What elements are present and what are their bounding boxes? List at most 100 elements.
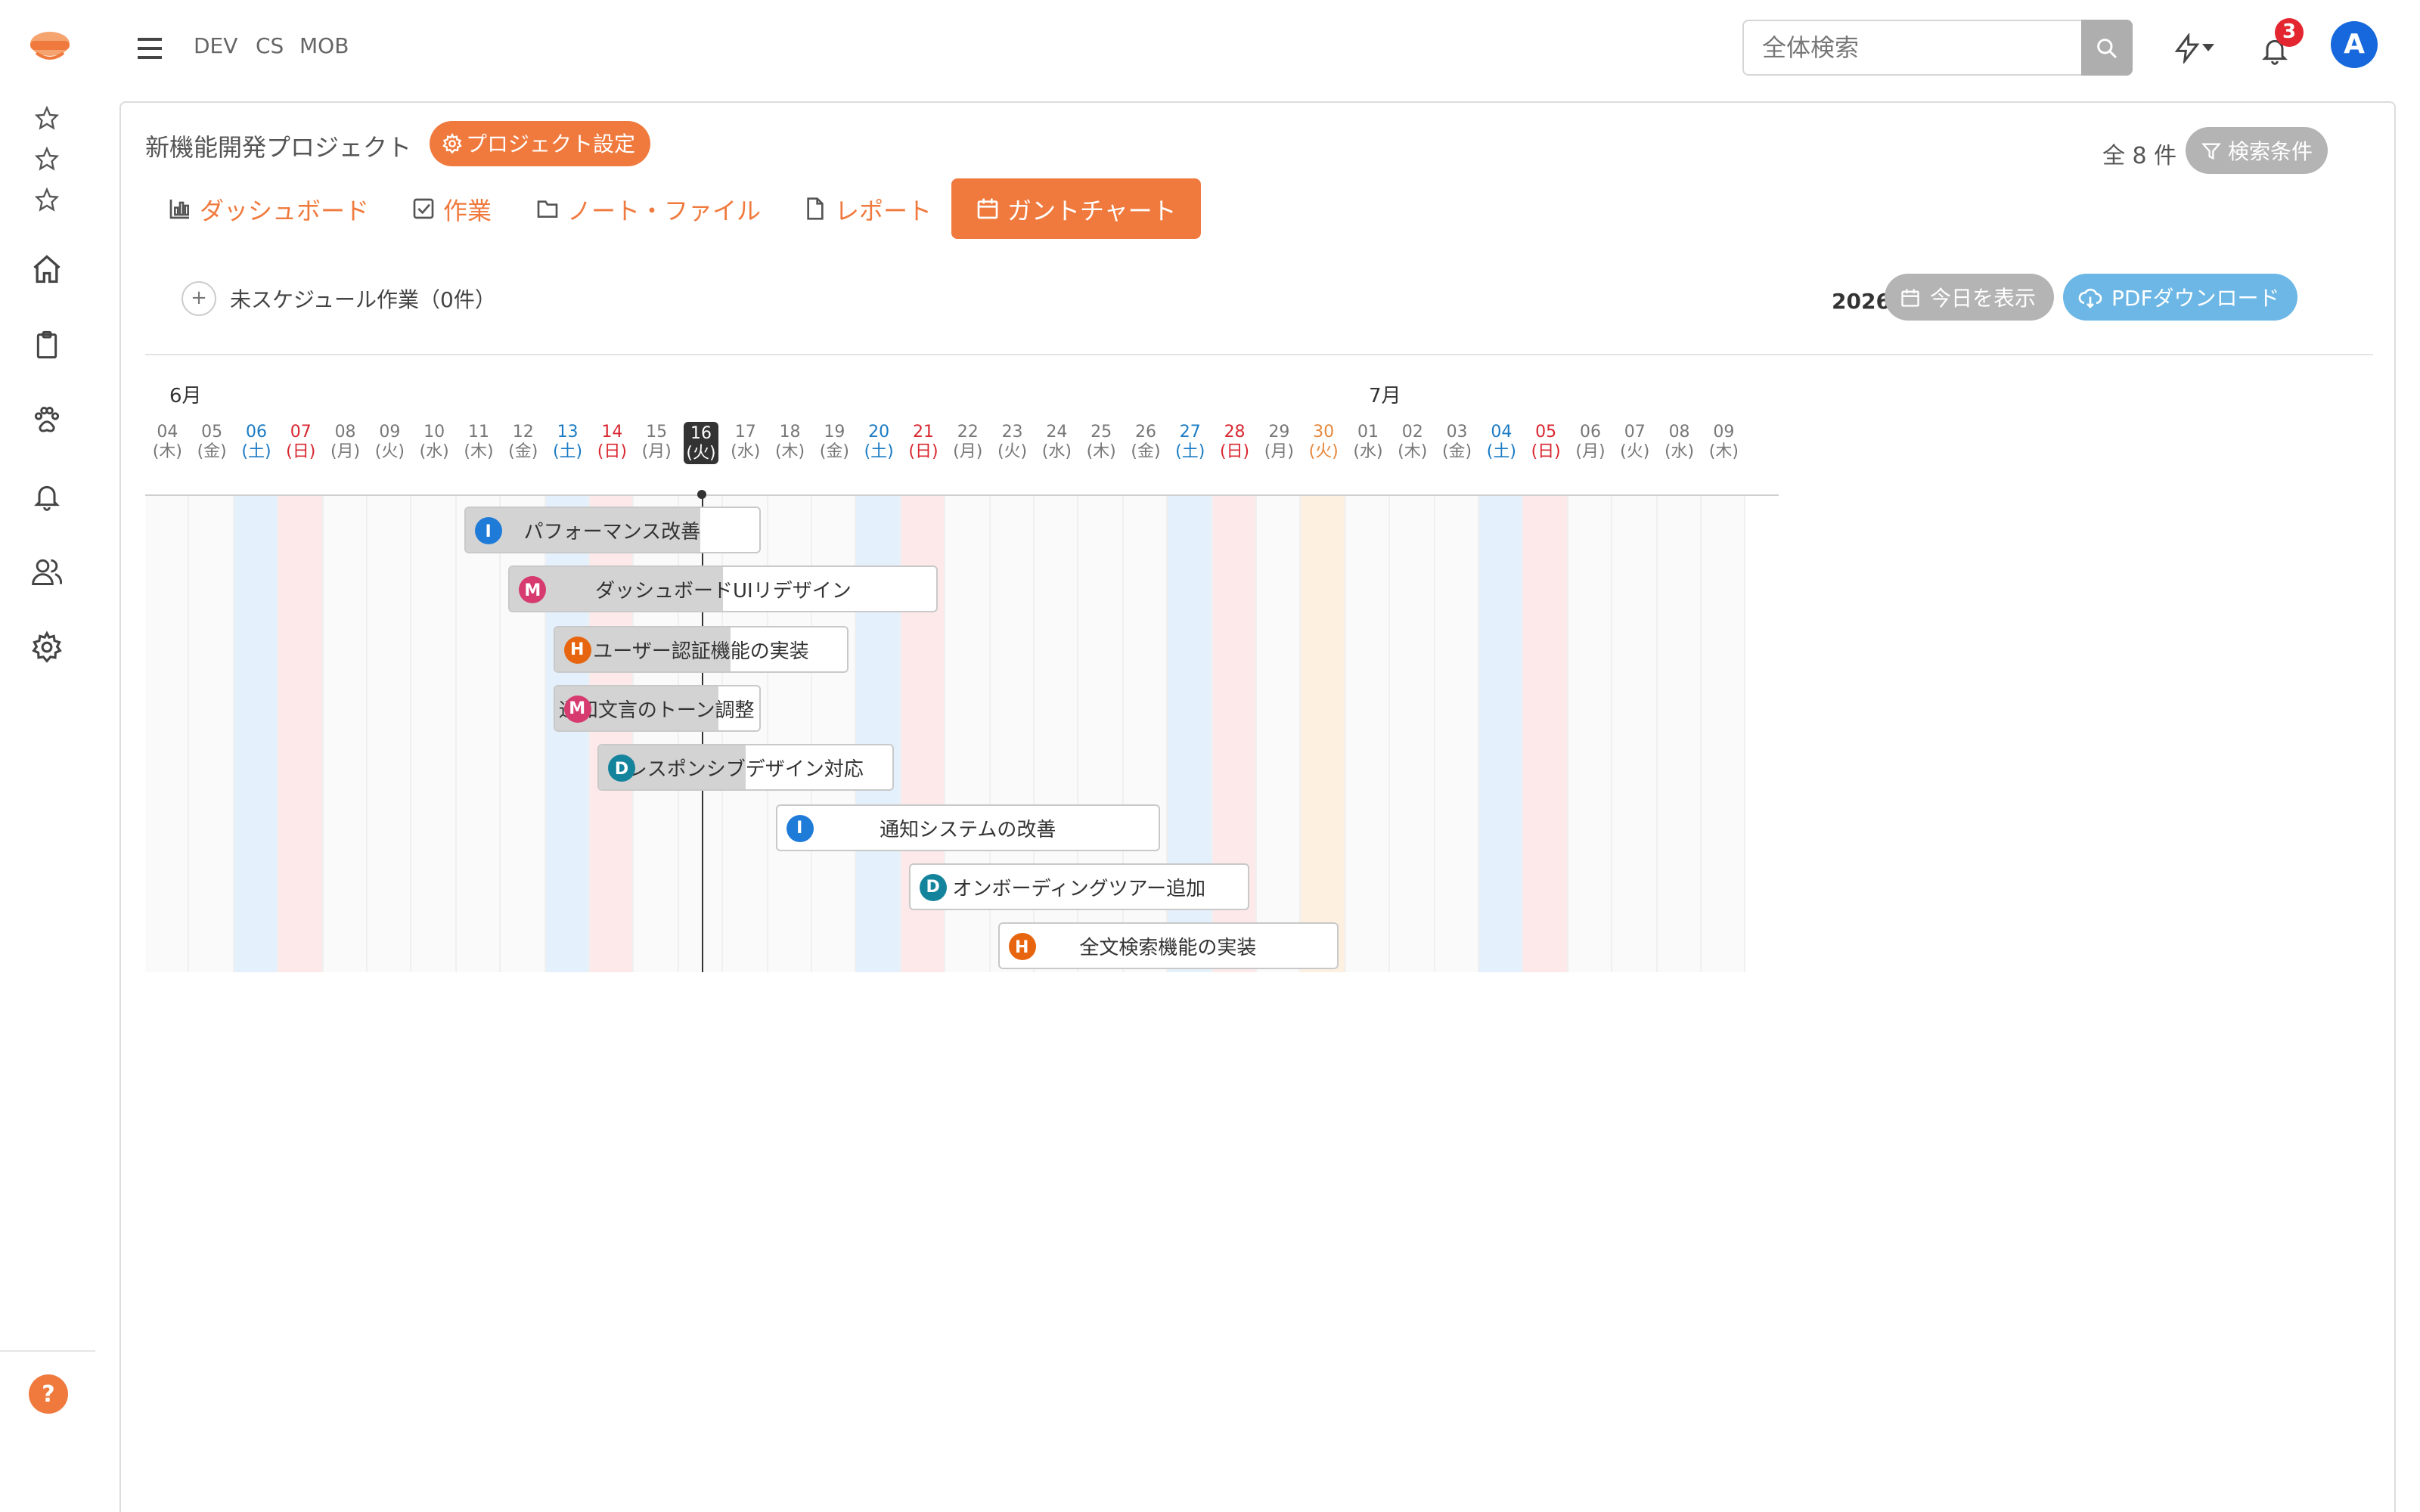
gear-icon[interactable] [27,627,67,667]
day-header: 05 (日) [1524,422,1568,461]
day-header-text: 17 (水) [731,422,761,461]
day-header: 15 (月) [634,422,679,461]
day-column [1257,496,1302,972]
show-today-button[interactable]: 今日を表示 [1885,274,2054,321]
calendar-icon [977,198,998,219]
day-header-text: 19 (金) [819,422,849,461]
unscheduled-tasks-toggle[interactable]: + 未スケジュール作業（0件） [182,281,496,316]
day-header-text: 07 (日) [286,422,316,461]
search-conditions-button[interactable]: 検索条件 [2186,127,2328,174]
task-name-label: ユーザー認証機能の実装 [593,640,809,664]
day-header-text: 28 (日) [1219,422,1250,461]
gantt-task-bar[interactable]: M ダッシュボードUIリデザイン [508,565,939,613]
project-link-mob[interactable]: MOB [299,35,349,59]
folder-icon [537,200,558,218]
day-column [234,496,279,972]
bar-chart-icon [169,200,189,219]
bell-icon[interactable] [27,476,67,516]
gantt-task-bar[interactable]: D オンボーディングツアー追加 [908,863,1249,910]
day-header-text: 27 (土) [1175,422,1205,461]
task-name-label: 通知システムの改善 [880,819,1056,841]
day-header-text: 23 (火) [997,422,1028,461]
filter-icon [2201,142,2222,160]
left-rail: ? [0,0,95,1512]
top-bar: DEV CS MOB 3 A [95,0,2420,97]
day-header: 26 (金) [1124,422,1168,461]
star-icon[interactable] [27,180,67,219]
tab-dashboard[interactable]: ダッシュボード [168,178,369,239]
day-column [1435,496,1479,972]
day-header: 02 (木) [1390,422,1435,461]
paw-icon[interactable] [27,401,67,440]
day-header: 30 (火) [1302,422,1346,461]
day-column [278,496,324,972]
tab-gantt-chart[interactable]: ガントチャート [951,178,1201,239]
priority-badge: H [563,636,591,664]
gantt-task-bar[interactable]: I パフォーマンス改善 [464,507,761,553]
day-header: 22 (月) [945,422,990,461]
day-header-text: 03 (金) [1441,422,1472,461]
day-header-text: 25 (木) [1086,422,1116,461]
day-header: 06 (土) [234,422,279,461]
app-logo[interactable] [27,27,73,67]
gantt-task-bar[interactable]: H ユーザー認証機能の実装 [553,625,849,673]
help-button[interactable]: ? [29,1374,68,1414]
day-header-text: 20 (土) [864,422,894,461]
tab-tasks[interactable]: 作業 [411,178,492,239]
month-label: 6月 [169,386,202,408]
tab-notes-files[interactable]: ノート・ファイル [535,178,761,239]
main-panel: 新機能開発プロジェクト プロジェクト設定 全 8 件 検索条件 ダッシュボード … [119,101,2396,1512]
caret-down-icon [2202,44,2214,51]
tab-label: レポート [835,197,932,225]
pdf-download-button[interactable]: PDFダウンロード [2063,274,2298,321]
gear-icon [442,133,462,154]
project-link-cs[interactable]: CS [256,35,284,59]
day-column [368,496,412,972]
tab-label: ノート・ファイル [567,197,762,225]
day-header: 11 (木) [457,422,501,461]
day-header: 24 (水) [1035,422,1079,461]
day-header: 10 (水) [412,422,457,461]
star-icon[interactable] [27,139,67,178]
day-header: 09 (火) [368,422,412,461]
project-settings-label: プロジェクト設定 [466,133,635,157]
gantt-task-bar[interactable]: M 通知文言のトーン調整 [553,684,761,732]
day-header: 01 (水) [1346,422,1391,461]
clipboard-icon[interactable] [27,325,67,364]
user-avatar[interactable]: A [2331,21,2378,68]
show-today-label: 今日を表示 [1930,287,2036,311]
quick-action-button[interactable] [2164,27,2222,70]
search-button[interactable] [2081,20,2133,76]
home-icon[interactable] [27,249,67,289]
day-header: 27 (土) [1168,422,1212,461]
day-header-text: 13 (土) [552,422,583,461]
day-header-text: 01 (水) [1353,422,1383,461]
day-column [456,496,501,972]
day-header-text: 06 (土) [241,422,271,461]
global-search-input[interactable] [1742,20,2081,76]
day-header-text: 09 (木) [1708,422,1739,461]
document-icon [807,197,824,220]
gantt-task-bar[interactable]: H 全文検索機能の実装 [997,922,1339,970]
day-column [411,496,457,972]
day-header: 28 (日) [1212,422,1257,461]
day-header-text: 08 (水) [1664,422,1695,461]
tab-label: 作業 [443,197,492,225]
day-header-text: 15 (月) [641,422,672,461]
project-link-dev[interactable]: DEV [194,35,237,59]
gantt-task-bar[interactable]: I 通知システムの改善 [775,804,1161,850]
hamburger-menu-icon[interactable] [133,32,166,65]
tab-reports[interactable]: レポート [803,178,932,239]
plus-icon: + [182,281,216,316]
project-settings-button[interactable]: プロジェクト設定 [430,121,650,166]
day-header-text: 02 (木) [1398,422,1428,461]
day-column [1301,496,1346,972]
gantt-task-bar[interactable]: D レスポンシブデザイン対応 [597,744,894,792]
task-name-label: オンボーディングツアー追加 [952,878,1206,901]
star-icon[interactable] [27,98,67,138]
day-header: 17 (水) [723,422,768,461]
day-header: 08 (水) [1657,422,1702,461]
users-icon[interactable] [27,552,67,591]
day-header-text: 07 (火) [1620,422,1650,461]
day-header-text: 11 (木) [464,422,494,461]
